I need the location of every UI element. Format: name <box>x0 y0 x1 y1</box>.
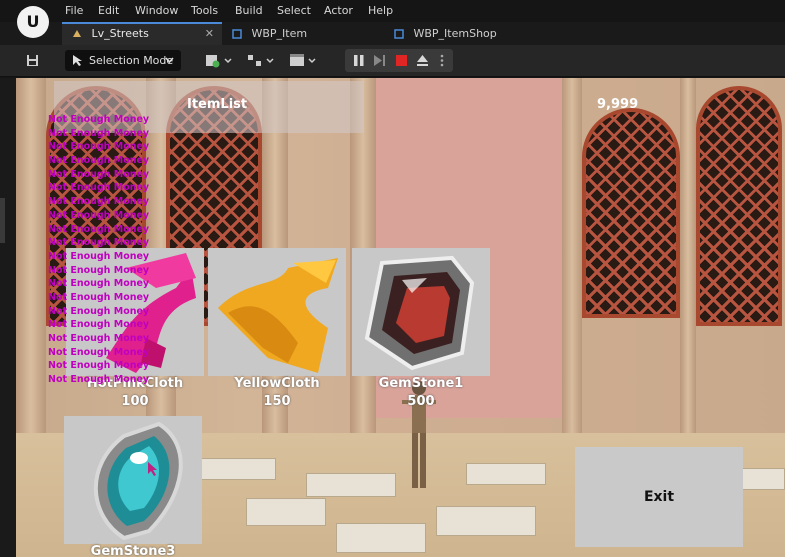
play-controls <box>345 49 453 72</box>
item-price: 500 <box>407 394 435 409</box>
debug-message: Not Enough Money <box>48 250 150 262</box>
menu-select[interactable]: Select <box>277 3 311 19</box>
blueprint-icon[interactable] <box>247 53 275 68</box>
unreal-logo-icon[interactable]: U <box>17 6 49 38</box>
debug-message: Not Enough Money <box>48 264 150 276</box>
debug-message: Not Enough Money <box>48 360 150 372</box>
debug-message: Not Enough Money <box>48 127 150 139</box>
debug-message: Not Enough Money <box>48 168 150 180</box>
more-options-icon[interactable] <box>439 53 445 68</box>
close-icon[interactable]: ✕ <box>205 24 214 44</box>
floor-slab <box>196 458 276 480</box>
floor-slab <box>306 473 396 497</box>
tab-lv-streets[interactable]: Lv_Streets ✕ <box>62 22 222 45</box>
item-name: GemStone1 <box>378 376 464 391</box>
left-panel-strip <box>0 78 16 557</box>
menu-window[interactable]: Window <box>135 3 178 19</box>
item-price: 150 <box>263 394 291 409</box>
background-window <box>582 108 680 318</box>
widget-blueprint-icon <box>394 29 404 39</box>
tab-label: WBP_ItemShop <box>413 27 497 40</box>
tab-bar: Lv_Streets ✕ WBP_Item WBP_ItemShop <box>0 22 785 45</box>
debug-message: Not Enough Money <box>48 237 150 249</box>
panel-tab-marker[interactable] <box>0 198 5 243</box>
debug-message-list: Not Enough Money Not Enough Money Not En… <box>48 113 149 387</box>
debug-message: Not Enough Money <box>48 196 150 208</box>
menu-actor[interactable]: Actor <box>324 3 353 19</box>
mode-label: Selection Mode <box>89 54 174 67</box>
shop-item-gemstone3[interactable] <box>64 416 202 544</box>
cursor-icon <box>73 55 82 66</box>
debug-message: Not Enough Money <box>48 155 150 167</box>
floor-slab <box>466 463 546 485</box>
item-list-title: ItemList <box>187 97 248 112</box>
menu-bar: U File Edit Window Tools Build Select Ac… <box>0 0 785 38</box>
tab-label: Lv_Streets <box>91 27 149 40</box>
item-name: YellowCloth <box>234 376 320 391</box>
tab-wbp-itemshop[interactable]: WBP_ItemShop <box>384 22 554 45</box>
gemstone-cyan-icon <box>93 421 183 541</box>
debug-message: Not Enough Money <box>48 346 150 358</box>
debug-message: Not Enough Money <box>48 305 150 317</box>
background-pillar <box>562 78 582 438</box>
menu-file[interactable]: File <box>65 3 83 19</box>
floor-slab <box>246 498 326 526</box>
debug-message: Not Enough Money <box>48 141 150 153</box>
exit-button[interactable]: Exit <box>575 447 743 547</box>
debug-message: Not Enough Money <box>48 223 150 235</box>
add-actor-icon[interactable] <box>205 53 233 68</box>
floor-slab <box>336 523 426 553</box>
background-window <box>696 86 782 326</box>
debug-message: Not Enough Money <box>48 333 150 344</box>
menu-edit[interactable]: Edit <box>98 3 119 19</box>
menu-build[interactable]: Build <box>235 3 263 19</box>
debug-message: Not Enough Money <box>48 319 150 331</box>
gemstone-red-icon <box>364 255 475 371</box>
yellow-cloth-icon <box>218 258 338 373</box>
shop-item-yellow-cloth[interactable] <box>208 248 346 376</box>
chevron-down-icon <box>165 57 174 64</box>
pause-icon[interactable] <box>353 54 365 67</box>
tab-wbp-item[interactable]: WBP_Item <box>222 22 384 45</box>
save-icon[interactable] <box>26 54 39 67</box>
tab-label: WBP_Item <box>251 27 308 40</box>
game-viewport[interactable]: ItemList 9,999 HotPinkCloth 100 YellowCl… <box>16 78 785 557</box>
menu-tools[interactable]: Tools <box>191 3 218 19</box>
shop-item-gemstone1[interactable] <box>352 248 490 376</box>
debug-message: Not Enough Money <box>48 374 150 386</box>
stop-icon[interactable] <box>395 54 408 67</box>
item-price: 100 <box>121 394 149 409</box>
background-pillar <box>16 78 46 438</box>
floor-slab <box>436 506 536 536</box>
debug-message: Not Enough Money <box>48 209 150 221</box>
money-display: 9,999 <box>597 97 639 112</box>
debug-message: Not Enough Money <box>48 114 150 125</box>
step-icon[interactable] <box>373 54 386 67</box>
widget-blueprint-icon <box>232 29 242 39</box>
background-pillar <box>680 78 696 438</box>
eject-icon[interactable] <box>416 54 429 67</box>
debug-message: Not Enough Money <box>48 182 150 194</box>
menu-help[interactable]: Help <box>368 3 393 19</box>
level-icon <box>73 30 81 37</box>
cinematics-icon[interactable] <box>289 53 317 68</box>
selection-mode-dropdown[interactable]: Selection Mode <box>65 50 181 71</box>
debug-message: Not Enough Money <box>48 278 150 290</box>
debug-message: Not Enough Money <box>48 291 150 303</box>
item-name: GemStone3 <box>90 544 176 557</box>
